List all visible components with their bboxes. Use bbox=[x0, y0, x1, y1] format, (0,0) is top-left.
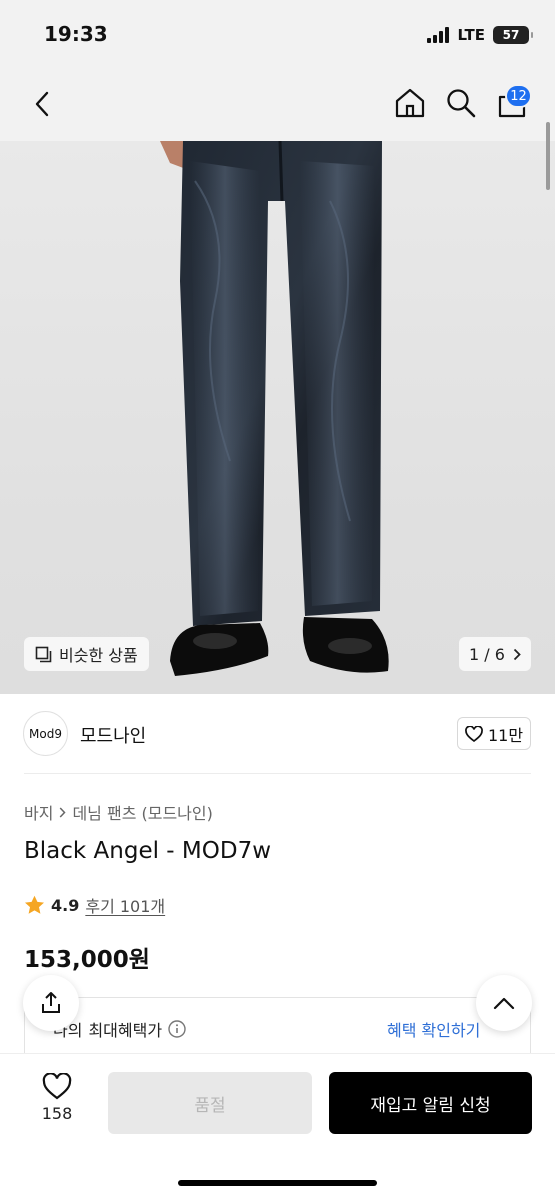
home-icon bbox=[395, 88, 425, 118]
image-page-label: 1 / 6 bbox=[469, 644, 505, 664]
product-image[interactable] bbox=[0, 141, 555, 694]
info-icon[interactable] bbox=[168, 1020, 186, 1038]
product-title: Black Angel - MOD7w bbox=[24, 838, 272, 864]
benefit-label: 나의 최대혜택가 bbox=[53, 1017, 186, 1041]
share-button[interactable] bbox=[23, 975, 79, 1031]
like-count: 11만 bbox=[487, 725, 524, 745]
restock-alert-button[interactable]: 재입고 알림 신청 bbox=[329, 1072, 532, 1134]
status-indicators: LTE 57 bbox=[427, 24, 533, 46]
sold-out-button[interactable]: 품절 bbox=[108, 1072, 312, 1134]
review-count-link[interactable]: 후기 101개 bbox=[85, 893, 165, 917]
copy-icon bbox=[35, 646, 52, 662]
star-icon bbox=[25, 895, 44, 914]
product-price: 153,000원 bbox=[24, 947, 150, 973]
heart-icon bbox=[42, 1073, 72, 1100]
chevron-left-icon bbox=[35, 91, 49, 117]
breadcrumb: 바지 데님 팬츠 (모드나인) bbox=[24, 800, 213, 824]
benefit-label-text: 최대혜택가 bbox=[88, 1021, 163, 1040]
scroll-to-top-button[interactable] bbox=[476, 975, 532, 1031]
search-button[interactable] bbox=[444, 85, 478, 121]
wishlist-button[interactable]: 158 bbox=[30, 1073, 84, 1133]
benefit-check-link[interactable]: 혜택 확인하기 bbox=[387, 1017, 480, 1041]
battery-icon: 57 bbox=[493, 26, 533, 44]
image-page-indicator[interactable]: 1 / 6 bbox=[459, 637, 531, 671]
back-button[interactable] bbox=[28, 88, 56, 120]
rating: 4.9 후기 101개 bbox=[24, 893, 165, 917]
rating-score: 4.9 bbox=[51, 895, 80, 915]
chevron-right-icon bbox=[60, 806, 66, 818]
signal-icon bbox=[427, 27, 450, 43]
search-icon bbox=[447, 89, 476, 118]
status-time: 19:33 bbox=[44, 22, 108, 46]
chevron-right-icon bbox=[513, 648, 521, 660]
breadcrumb-subcategory[interactable]: 데님 팬츠 (모드나인) bbox=[72, 800, 212, 824]
divider bbox=[24, 773, 531, 774]
home-button[interactable] bbox=[393, 85, 427, 121]
similar-products-label: 비슷한 상품 bbox=[59, 646, 138, 665]
similar-products-button[interactable]: 비슷한 상품 bbox=[24, 637, 149, 671]
breadcrumb-category[interactable]: 바지 bbox=[24, 800, 53, 824]
share-icon bbox=[42, 992, 60, 1013]
heart-icon bbox=[465, 725, 483, 742]
jeans-image bbox=[160, 141, 389, 676]
cart-count-badge: 12 bbox=[505, 84, 532, 108]
brand-logo[interactable]: Mod9 bbox=[23, 711, 68, 756]
chevron-up-icon bbox=[493, 997, 515, 1009]
home-indicator bbox=[178, 1180, 377, 1186]
brand-name[interactable]: 모드나인 bbox=[80, 722, 146, 748]
network-label: LTE bbox=[457, 26, 485, 44]
scrollbar[interactable] bbox=[546, 122, 550, 190]
like-button[interactable]: 11만 bbox=[457, 717, 531, 750]
wishlist-count: 158 bbox=[41, 1104, 73, 1123]
